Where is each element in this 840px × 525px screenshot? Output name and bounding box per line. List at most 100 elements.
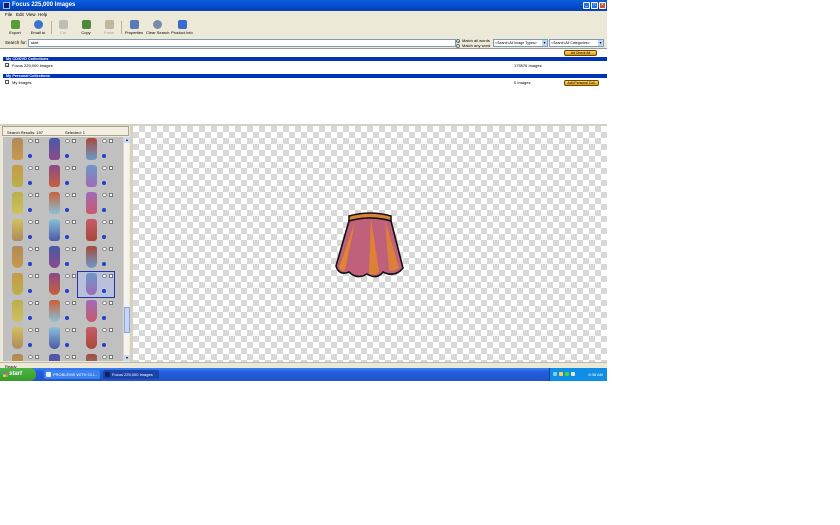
info-icon[interactable] — [28, 181, 32, 185]
title-bar[interactable]: Focus 225,000 Images _ □ × — [0, 0, 607, 11]
info-icon[interactable] — [28, 208, 32, 212]
thumbnail-item[interactable] — [41, 164, 77, 189]
zoom-icon[interactable] — [102, 247, 107, 251]
focus-collection-checkbox[interactable]: ✓ — [5, 63, 9, 68]
thumbnail-item[interactable] — [78, 353, 114, 361]
thumbnail-item[interactable] — [78, 164, 114, 189]
cut-button[interactable]: Cut — [55, 19, 71, 36]
info-icon[interactable] — [102, 181, 106, 185]
taskbar-item-problems[interactable]: PROBLEMS WITH CLI... — [44, 370, 100, 379]
thumbnail-checkbox[interactable] — [72, 166, 76, 170]
info-icon[interactable] — [102, 289, 106, 293]
zoom-icon[interactable] — [102, 355, 107, 359]
info-icon[interactable] — [28, 289, 32, 293]
thumbnail-checkbox[interactable] — [109, 274, 113, 278]
zoom-icon[interactable] — [102, 328, 107, 332]
menu-help[interactable]: Help — [38, 12, 47, 17]
clear-search-button[interactable]: Clear Search — [146, 19, 169, 36]
volume-icon[interactable] — [565, 372, 569, 376]
tray-app-icon[interactable] — [571, 372, 575, 376]
properties-button[interactable]: Properties — [124, 19, 144, 36]
info-icon[interactable] — [65, 262, 69, 266]
info-icon[interactable] — [28, 154, 32, 158]
thumbnail-checkbox[interactable] — [109, 328, 113, 332]
zoom-icon[interactable] — [102, 139, 107, 143]
info-icon[interactable] — [65, 316, 69, 320]
paste-button[interactable]: Paste — [101, 19, 117, 36]
info-icon[interactable] — [65, 289, 69, 293]
zoom-icon[interactable] — [28, 328, 33, 332]
info-icon[interactable] — [102, 154, 106, 158]
thumbnail-item[interactable] — [78, 245, 114, 270]
info-icon[interactable] — [65, 208, 69, 212]
thumbnail-checkbox[interactable] — [35, 166, 39, 170]
thumbnail-item[interactable] — [41, 272, 77, 297]
thumbnail-item[interactable] — [41, 299, 77, 324]
zoom-icon[interactable] — [28, 301, 33, 305]
add-personal-collection-button[interactable]: Add Personal Coll. — [564, 80, 599, 86]
thumbnail-checkbox[interactable] — [109, 166, 113, 170]
category-select[interactable]: <Search All Categories> ▾ — [549, 39, 604, 47]
thumbnail-item[interactable] — [4, 245, 40, 270]
export-button[interactable]: Export — [7, 19, 23, 36]
zoom-icon[interactable] — [65, 274, 70, 278]
zoom-icon[interactable] — [28, 139, 33, 143]
thumbnail-item[interactable] — [4, 353, 40, 361]
thumbnail-checkbox[interactable] — [109, 247, 113, 251]
zoom-icon[interactable] — [65, 139, 70, 143]
my-images-name[interactable]: My Images — [12, 80, 32, 85]
thumbnail-checkbox[interactable] — [109, 301, 113, 305]
thumbnail-checkbox[interactable] — [35, 355, 39, 359]
thumbnail-item[interactable] — [4, 164, 40, 189]
copy-button[interactable]: Copy — [78, 19, 94, 36]
zoom-icon[interactable] — [65, 193, 70, 197]
thumbnail-item[interactable] — [4, 299, 40, 324]
info-icon[interactable] — [102, 208, 106, 212]
my-images-checkbox[interactable] — [5, 80, 9, 84]
image-type-select[interactable]: <Search All Image Types> ▾ — [493, 39, 548, 47]
thumbnail-checkbox[interactable] — [109, 139, 113, 143]
zoom-icon[interactable] — [28, 193, 33, 197]
thumbnail-item[interactable] — [77, 271, 115, 298]
thumbnail-checkbox[interactable] — [35, 301, 39, 305]
menu-file[interactable]: File — [5, 12, 12, 17]
thumbnail-item[interactable] — [41, 245, 77, 270]
thumbnail-item[interactable] — [78, 299, 114, 324]
thumbnail-item[interactable] — [4, 218, 40, 243]
thumbnail-item[interactable] — [4, 137, 40, 162]
info-icon[interactable] — [28, 316, 32, 320]
info-icon[interactable] — [102, 343, 106, 347]
info-icon[interactable] — [102, 235, 106, 239]
info-icon[interactable] — [65, 235, 69, 239]
minimize-button[interactable]: _ — [583, 2, 590, 9]
zoom-icon[interactable] — [65, 328, 70, 332]
info-icon[interactable] — [28, 343, 32, 347]
thumbnail-checkbox[interactable] — [35, 247, 39, 251]
info-icon[interactable] — [102, 316, 106, 320]
thumbnail-item[interactable] — [78, 191, 114, 216]
info-icon[interactable] — [65, 181, 69, 185]
thumbnail-item[interactable] — [41, 137, 77, 162]
thumbnail-item[interactable] — [78, 326, 114, 351]
results-scrollbar[interactable]: ▲ ▼ — [123, 137, 130, 361]
thumbnail-checkbox[interactable] — [72, 301, 76, 305]
thumbnail-checkbox[interactable] — [72, 193, 76, 197]
zoom-icon[interactable] — [28, 355, 33, 359]
menu-view[interactable]: View — [26, 12, 36, 17]
taskbar-item-focus[interactable]: Focus 225,000 Images — [103, 370, 159, 379]
thumbnail-checkbox[interactable] — [35, 139, 39, 143]
thumbnail-checkbox[interactable] — [72, 328, 76, 332]
info-icon[interactable] — [65, 154, 69, 158]
thumbnail-item[interactable] — [78, 218, 114, 243]
thumbnail-item[interactable] — [4, 191, 40, 216]
zoom-icon[interactable] — [65, 247, 70, 251]
zoom-icon[interactable] — [102, 220, 107, 224]
email-to-button[interactable]: Email to — [29, 19, 47, 36]
thumbnail-checkbox[interactable] — [35, 328, 39, 332]
thumbnail-checkbox[interactable] — [35, 220, 39, 224]
zoom-icon[interactable] — [28, 166, 33, 170]
zoom-icon[interactable] — [65, 301, 70, 305]
thumbnail-checkbox[interactable] — [72, 274, 76, 278]
zoom-icon[interactable] — [102, 193, 107, 197]
menu-edit[interactable]: Edit — [16, 12, 24, 17]
